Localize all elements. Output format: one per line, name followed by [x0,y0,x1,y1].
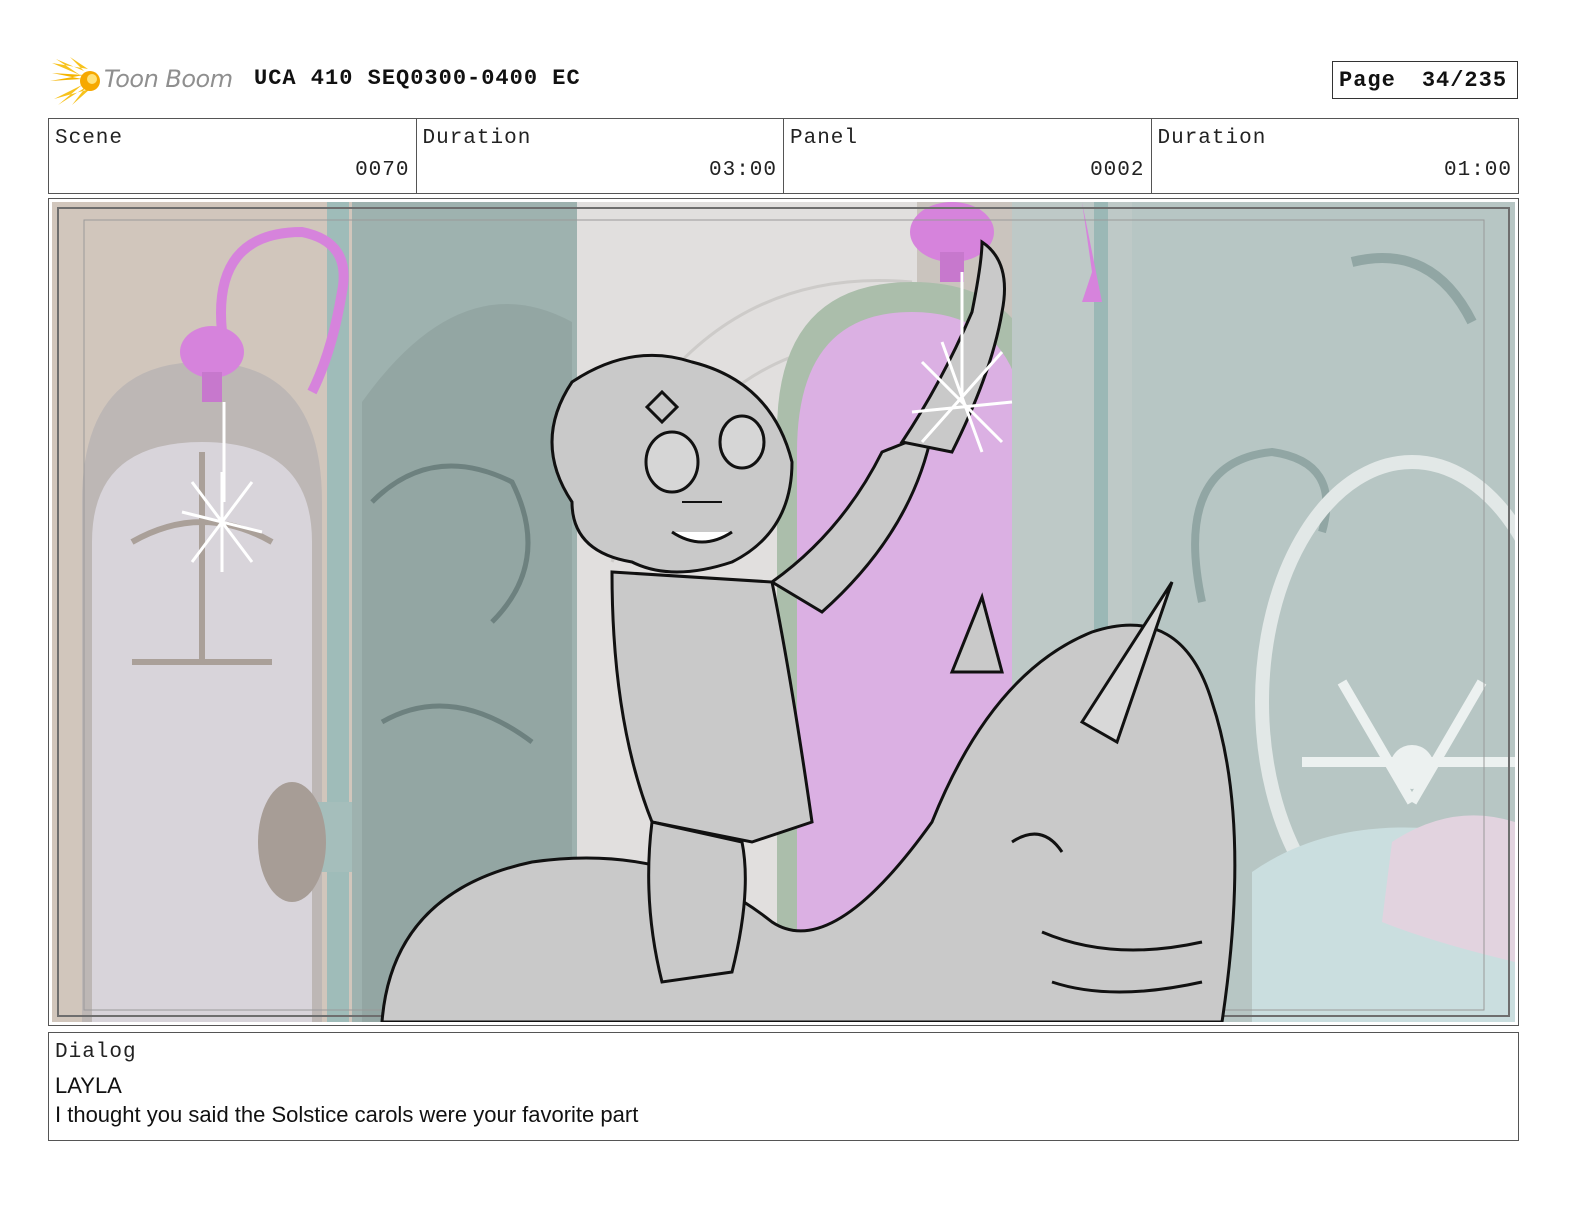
page-number: 34/235 [1421,67,1508,93]
page-label: Page [1339,67,1396,93]
panel-duration-label: Duration [1157,127,1267,150]
dialog-line: I thought you said the Solstice carols w… [55,1102,639,1127]
dialog-label: Dialog [55,1041,137,1064]
panel-value: 0002 [1090,159,1145,182]
toon-boom-logo: Toon Boom [50,55,240,107]
logo-text: Toon Boom [104,65,233,93]
logo-burst-icon [50,57,100,105]
scene-duration-value: 03:00 [708,159,777,182]
scene-value: 0070 [355,159,410,182]
panel-cell: Panel 0002 [783,119,1151,193]
scene-duration-label: Duration [422,127,532,150]
panel-duration-value: 01:00 [1443,159,1512,182]
scene-duration-cell: Duration 03:00 [415,119,784,193]
storyboard-panel-image [52,202,1515,1022]
page-indicator: Page 34/235 [1332,61,1518,99]
document-title: UCA 410 SEQ0300-0400 EC [254,66,581,91]
dialog-speaker: LAYLA [55,1073,122,1098]
panel-duration-cell: Duration 01:00 [1150,119,1519,193]
panel-label: Panel [790,127,859,150]
panel-info-row: Scene 0070 Duration 03:00 Panel 0002 Dur… [48,118,1519,194]
storyboard-panel [48,198,1519,1026]
dialog-box: Dialog LAYLA I thought you said the Sols… [48,1032,1519,1141]
scene-cell: Scene 0070 [49,119,416,193]
scene-label: Scene [55,127,124,150]
